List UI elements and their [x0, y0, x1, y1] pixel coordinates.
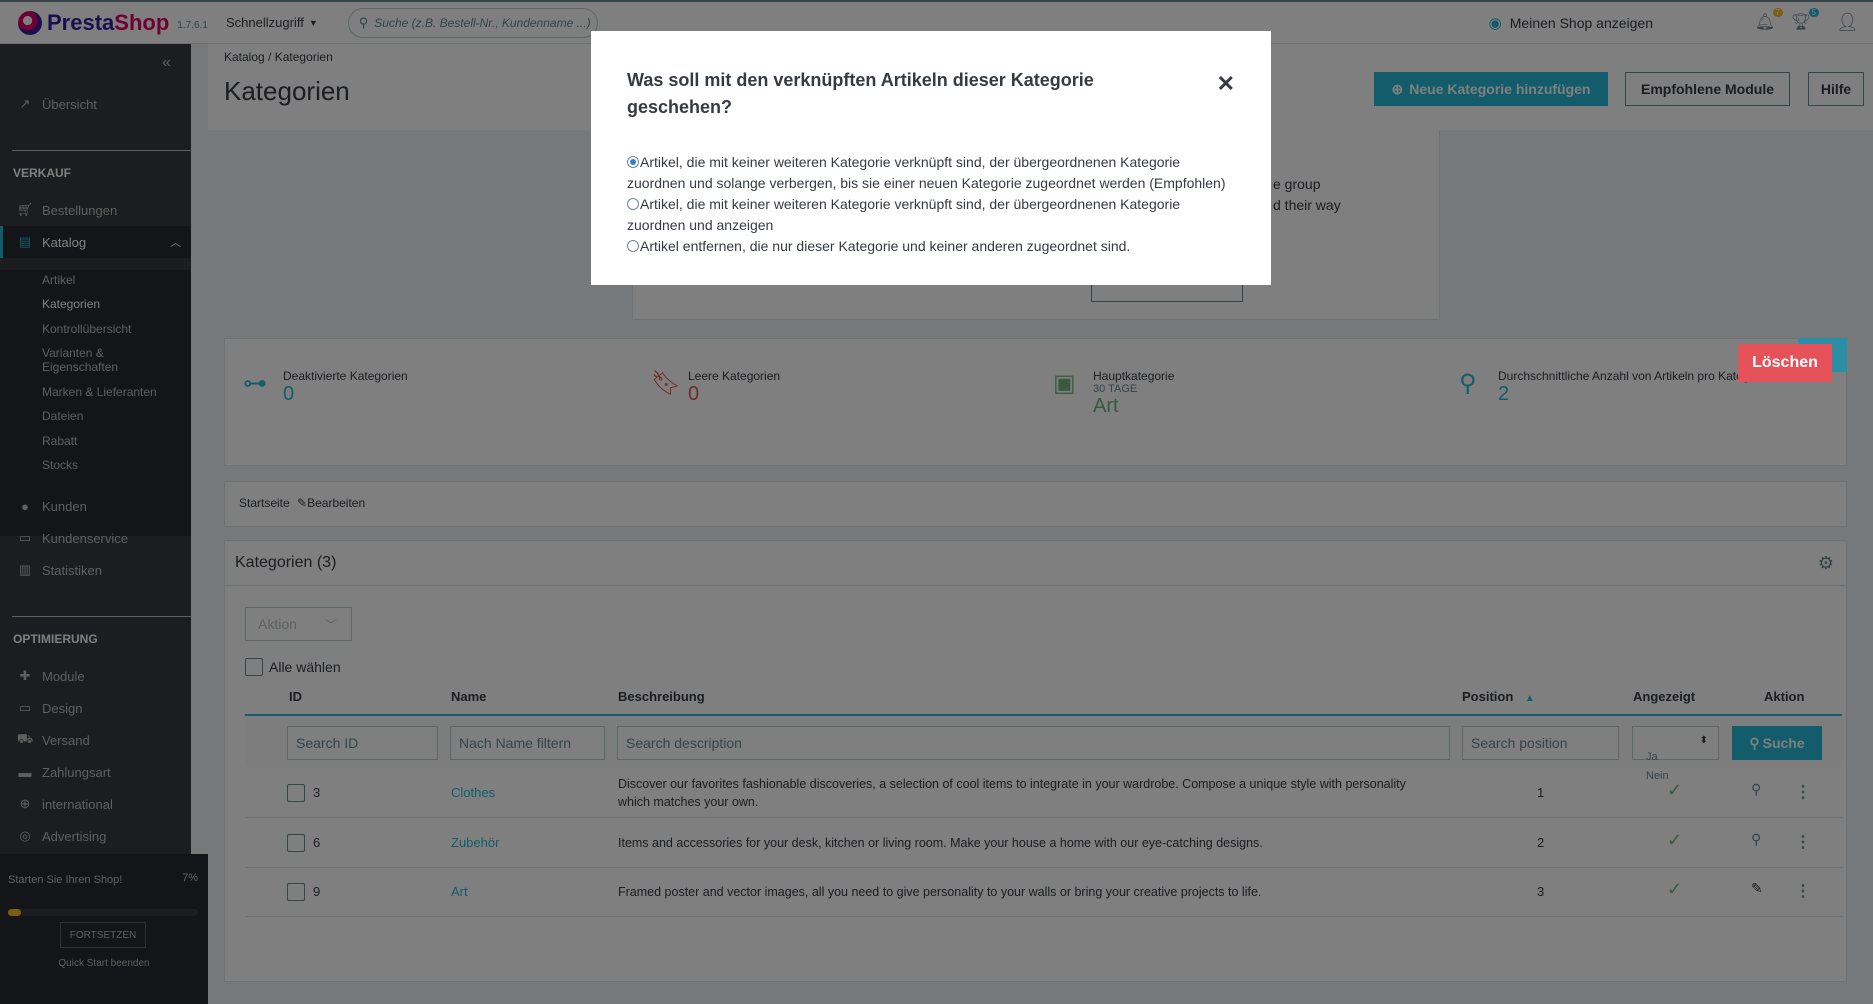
- radio-option-1[interactable]: [627, 156, 639, 168]
- modal-options: Artikel, die mit keiner weiteren Kategor…: [627, 152, 1237, 257]
- modal-option-1-label: Artikel, die mit keiner weiteren Kategor…: [627, 154, 1226, 191]
- delete-button[interactable]: Löschen: [1738, 344, 1832, 382]
- modal-option-1[interactable]: Artikel, die mit keiner weiteren Kategor…: [627, 152, 1237, 194]
- modal-option-3-label: Artikel entfernen, die nur dieser Katego…: [640, 238, 1131, 254]
- modal-option-2-label: Artikel, die mit keiner weiteren Kategor…: [627, 196, 1181, 233]
- delete-category-modal: Was soll mit den verknüpften Artikeln di…: [591, 31, 1271, 285]
- modal-option-3[interactable]: Artikel entfernen, die nur dieser Katego…: [627, 236, 1237, 257]
- modal-title: Was soll mit den verknüpften Artikeln di…: [627, 70, 1094, 117]
- radio-option-3[interactable]: [627, 240, 639, 252]
- modal-option-2[interactable]: Artikel, die mit keiner weiteren Kategor…: [627, 194, 1237, 236]
- close-icon[interactable]: ✕: [1217, 71, 1235, 97]
- radio-option-2[interactable]: [627, 198, 639, 210]
